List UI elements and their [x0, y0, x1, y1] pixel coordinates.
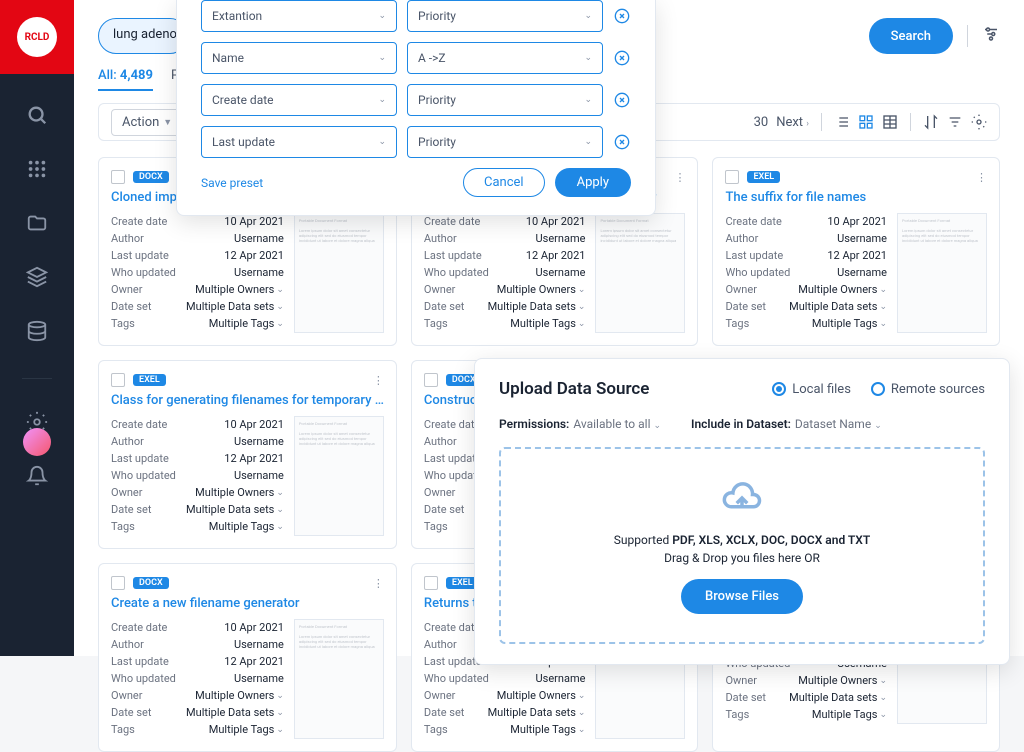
table-view-icon[interactable]	[882, 114, 898, 130]
filter-field-select[interactable]: Create date⌄	[201, 84, 397, 116]
card-checkbox[interactable]	[111, 373, 125, 387]
list-view-icon[interactable]	[834, 114, 850, 130]
database-icon[interactable]	[26, 320, 48, 346]
bell-icon[interactable]	[26, 465, 48, 491]
supported-formats: Supported PDF, XLS, XCLX, DOC, DOCX and …	[521, 533, 963, 547]
radio-local-files[interactable]: Local files	[772, 382, 851, 397]
pager: 30 Next ›	[754, 115, 809, 130]
upload-panel: Upload Data Source Local files Remote so…	[474, 358, 1010, 665]
avatar[interactable]	[23, 428, 51, 456]
card-menu-icon[interactable]: ⋮	[976, 171, 987, 184]
card-checkbox[interactable]	[424, 576, 438, 590]
save-preset-link[interactable]: Save preset	[201, 176, 263, 190]
file-type-badge: EXEL	[133, 374, 166, 386]
cube-icon[interactable]	[26, 266, 48, 292]
remove-filter-icon[interactable]	[613, 92, 631, 108]
document-preview: Portable Document FormatLorem ipsum dolo…	[294, 213, 384, 333]
browse-files-button[interactable]: Browse Files	[681, 579, 803, 614]
card-checkbox[interactable]	[424, 373, 438, 387]
sort-icon[interactable]	[923, 114, 939, 130]
document-preview: Portable Document FormatLorem ipsum dolo…	[294, 619, 384, 739]
sidebar: RCLD	[0, 0, 74, 656]
permissions-selector[interactable]: Permissions:Available to all ⌄	[499, 417, 661, 431]
remove-filter-icon[interactable]	[613, 50, 631, 66]
card-checkbox[interactable]	[111, 170, 125, 184]
cancel-button[interactable]: Cancel	[463, 168, 545, 197]
page-size: 30	[754, 115, 769, 130]
logo[interactable]: RCLD	[0, 0, 74, 74]
search-icon[interactable]	[26, 104, 48, 130]
action-button[interactable]: Action▼	[111, 109, 183, 136]
upload-title: Upload Data Source	[499, 379, 649, 399]
filter-icon[interactable]	[947, 114, 963, 130]
filter-value-select[interactable]: Priority⌄	[407, 0, 603, 32]
drag-drop-text: Drag & Drop you files here OR	[521, 551, 963, 565]
document-card: DOCX⋮ Create a new filename generator Cr…	[98, 563, 397, 752]
filter-value-select[interactable]: Priority⌄	[407, 126, 603, 158]
card-menu-icon[interactable]: ⋮	[674, 171, 685, 184]
tab-all[interactable]: All: 4,489	[98, 68, 153, 91]
filter-panel: Extantion⌄ Priority⌄ Name⌄ A ->Z⌄ Create dat…	[176, 0, 656, 216]
filter-field-select[interactable]: Name⌄	[201, 42, 397, 74]
filter-field-select[interactable]: Extantion⌄	[201, 0, 397, 32]
document-preview: Portable Document FormatLorem ipsum dolo…	[595, 213, 685, 333]
settings-icon[interactable]	[971, 114, 987, 130]
document-preview: Portable Document FormatLorem ipsum dolo…	[897, 213, 987, 333]
dataset-selector[interactable]: Include in Dataset:Dataset Name ⌄	[691, 417, 882, 431]
folder-icon[interactable]	[26, 212, 48, 238]
card-checkbox[interactable]	[725, 170, 739, 184]
grid-view-icon[interactable]	[858, 114, 874, 130]
logo-text: RCLD	[17, 17, 57, 57]
search-button[interactable]: Search	[869, 18, 953, 54]
dropzone[interactable]: Supported PDF, XLS, XCLX, DOC, DOCX and …	[499, 447, 985, 644]
search-term-pill[interactable]: lung adenoca	[98, 18, 188, 54]
document-card: EXEL⋮ The suffix for file names Create d…	[712, 157, 1000, 346]
filter-field-select[interactable]: Last update⌄	[201, 126, 397, 158]
radio-remote-sources[interactable]: Remote sources	[871, 382, 985, 397]
card-menu-icon[interactable]: ⋮	[373, 374, 384, 387]
filter-settings-icon[interactable]	[982, 25, 1000, 47]
apps-icon[interactable]	[26, 158, 48, 184]
card-title[interactable]: The suffix for file names	[725, 190, 987, 205]
document-preview: Portable Document FormatLorem ipsum dolo…	[294, 416, 384, 536]
filter-value-select[interactable]: Priority⌄	[407, 84, 603, 116]
card-menu-icon[interactable]: ⋮	[373, 577, 384, 590]
card-title[interactable]: Class for generating filenames for tempo…	[111, 393, 384, 408]
file-type-badge: EXEL	[747, 171, 780, 183]
card-checkbox[interactable]	[111, 576, 125, 590]
file-type-badge: DOCX	[133, 171, 169, 183]
cloud-upload-icon	[521, 477, 963, 523]
view-switcher	[834, 114, 898, 130]
file-type-badge: DOCX	[133, 577, 169, 589]
document-card: EXEL ⋮ Class for generating filenames for…	[98, 360, 397, 549]
card-title[interactable]: Create a new filename generator	[111, 596, 384, 611]
pager-next[interactable]: Next ›	[776, 115, 809, 130]
filter-value-select[interactable]: A ->Z⌄	[407, 42, 603, 74]
remove-filter-icon[interactable]	[613, 134, 631, 150]
remove-filter-icon[interactable]	[613, 8, 631, 24]
apply-button[interactable]: Apply	[555, 168, 631, 197]
